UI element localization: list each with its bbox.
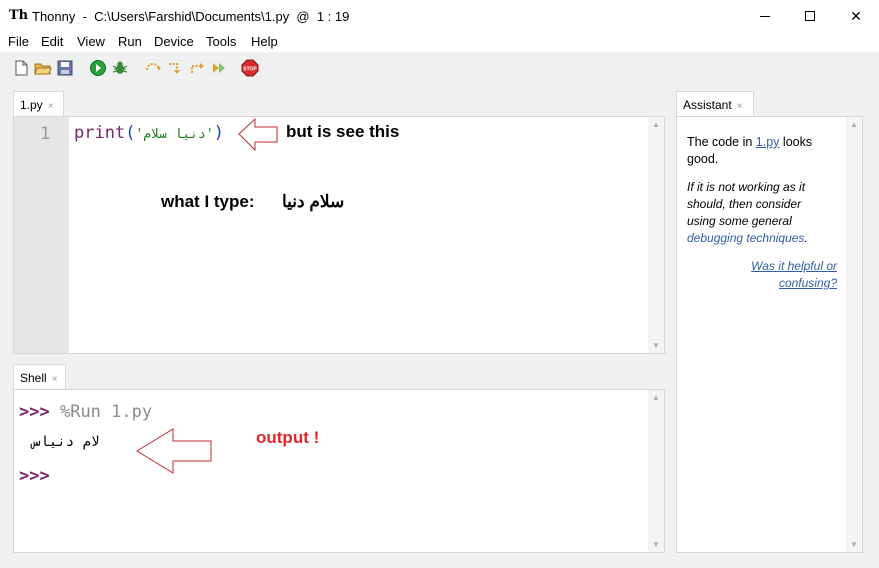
open-file-icon[interactable] <box>34 59 52 77</box>
editor-scrollbar[interactable]: ▲ ▼ <box>648 117 664 353</box>
new-file-icon[interactable] <box>12 59 30 77</box>
minimize-icon <box>760 15 770 17</box>
menu-help[interactable]: Help <box>251 34 278 49</box>
code-keyword: print <box>74 123 126 143</box>
feedback-link[interactable]: Was it helpful or confusing? <box>751 259 837 290</box>
code-line[interactable]: print('دنیا سلام') <box>74 123 224 143</box>
code-open-paren: ( <box>125 123 136 143</box>
step-over-icon[interactable] <box>144 59 162 77</box>
tab-label: Assistant <box>683 98 732 112</box>
arrow-left-annotation-shell <box>136 428 212 474</box>
debugging-techniques-link[interactable]: debugging techniques <box>687 231 804 245</box>
editor-panel[interactable]: 1 print('دنیا سلام') but is see this wha… <box>13 116 665 354</box>
shell-command-line: >>> %Run 1.py <box>19 402 152 422</box>
tab-close-icon[interactable]: × <box>52 374 58 385</box>
shell-scrollbar[interactable]: ▲ ▼ <box>648 390 664 552</box>
scroll-down-icon[interactable]: ▼ <box>652 341 660 350</box>
shell-command: %Run 1.py <box>59 402 153 422</box>
scroll-down-icon[interactable]: ▼ <box>652 540 660 549</box>
step-into-icon[interactable] <box>166 59 184 77</box>
tab-1py[interactable]: 1.py × <box>13 91 64 117</box>
assistant-text: The code in <box>687 135 756 149</box>
arrow-left-annotation <box>238 117 278 152</box>
shell-prompt-line[interactable]: >>> <box>19 466 50 486</box>
annotation-but-is-see-this: but is see this <box>286 122 400 141</box>
assistant-text: . <box>804 231 808 245</box>
menu-run[interactable]: Run <box>118 34 142 49</box>
line-number: 1 <box>40 124 51 144</box>
window-title: Thonny - C:\Users\Farshid\Documents\1.py… <box>32 9 350 24</box>
run-icon[interactable] <box>89 59 107 77</box>
title-bar: Th Thonny - C:\Users\Farshid\Documents\1… <box>0 0 879 32</box>
code-close-paren: ) <box>213 123 224 143</box>
tab-label: 1.py <box>20 98 43 112</box>
save-icon[interactable] <box>56 59 74 77</box>
code-string: 'دنیا سلام' <box>135 127 214 142</box>
assistant-text: If it is not working as it should, then … <box>687 180 806 228</box>
menu-view[interactable]: View <box>77 34 105 49</box>
menu-file[interactable]: File <box>8 34 29 49</box>
tab-shell[interactable]: Shell × <box>13 364 66 390</box>
tab-assistant[interactable]: Assistant × <box>676 91 754 117</box>
menu-tools[interactable]: Tools <box>206 34 236 49</box>
scroll-down-icon[interactable]: ▼ <box>850 540 858 549</box>
resume-icon[interactable] <box>210 59 228 77</box>
scroll-up-icon[interactable]: ▲ <box>850 120 858 129</box>
assistant-panel: The code in 1.py looks good. If it is no… <box>676 116 863 553</box>
assistant-scrollbar[interactable]: ▲ ▼ <box>846 117 862 552</box>
line-number-gutter: 1 <box>14 117 69 353</box>
file-link[interactable]: 1.py <box>756 135 780 149</box>
close-icon: ✕ <box>850 7 862 24</box>
menu-bar: File Edit View Run Device Tools Help <box>0 32 879 52</box>
svg-text:STOP: STOP <box>243 67 257 73</box>
shell-prompt: >>> <box>19 402 50 422</box>
tab-close-icon[interactable]: × <box>737 101 743 112</box>
stop-icon[interactable]: STOP <box>241 59 259 77</box>
tab-close-icon[interactable]: × <box>48 101 54 112</box>
debug-icon[interactable] <box>111 59 129 77</box>
annotation-what-i-type-text: سلام دنیا <box>282 192 345 211</box>
scroll-up-icon[interactable]: ▲ <box>652 393 660 402</box>
assistant-summary: The code in 1.py looks good. <box>687 134 837 168</box>
shell-output: لام دنیاس <box>32 434 100 450</box>
step-out-icon[interactable] <box>188 59 206 77</box>
menu-device[interactable]: Device <box>154 34 194 49</box>
feedback-link-container: Was it helpful or confusing? <box>727 258 837 292</box>
maximize-icon <box>805 11 815 21</box>
annotation-what-i-type-label: what I type: <box>161 192 255 211</box>
tab-label: Shell <box>20 371 47 385</box>
minimize-button[interactable] <box>742 0 788 32</box>
annotation-output: output ! <box>256 428 320 447</box>
maximize-button[interactable] <box>787 0 833 32</box>
assistant-advice: If it is not working as it should, then … <box>687 179 832 247</box>
shell-prompt: >>> <box>19 466 50 486</box>
toolbar: STOP <box>0 52 879 86</box>
close-button[interactable]: ✕ <box>833 0 879 32</box>
thonny-logo-icon: Th <box>9 8 29 23</box>
menu-edit[interactable]: Edit <box>41 34 63 49</box>
shell-panel[interactable]: >>> %Run 1.py لام دنیاس output ! >>> ▲ ▼ <box>13 389 665 553</box>
scroll-up-icon[interactable]: ▲ <box>652 120 660 129</box>
